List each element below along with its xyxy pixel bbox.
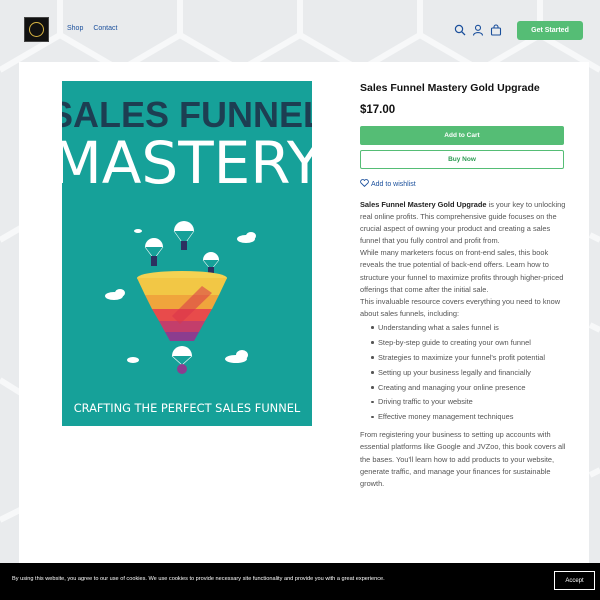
heart-icon — [360, 179, 369, 189]
sales-funnel-illustration — [137, 271, 227, 341]
product-price: $17.00 — [360, 104, 396, 116]
product-info: Sales Funnel Mastery Gold Upgrade $17.00… — [360, 82, 566, 490]
product-cover-image[interactable]: SALES FUNNEL MASTERY CRAFTING THE PERFEC… — [62, 81, 312, 426]
description-paragraph-4: From registering your business to settin… — [360, 430, 566, 488]
product-description: Sales Funnel Mastery Gold Upgrade is you… — [360, 199, 566, 490]
store-logo[interactable] — [24, 17, 49, 42]
accept-cookies-button[interactable]: Accept — [554, 571, 595, 590]
cart-icon[interactable] — [490, 23, 502, 36]
main-nav: Shop Contact — [67, 25, 125, 32]
description-paragraph-3: This invaluable resource covers everythi… — [360, 296, 561, 318]
add-to-cart-button[interactable]: Add to Cart — [360, 126, 564, 145]
site-header: Shop Contact Get Started — [0, 0, 600, 62]
description-paragraph-1: Sales Funnel Mastery Gold Upgrade is you… — [360, 199, 566, 247]
description-product-name: Sales Funnel Mastery Gold Upgrade — [360, 200, 487, 209]
cover-title-line2: MASTERY — [62, 129, 312, 197]
logo-emblem — [29, 22, 44, 37]
product-title: Sales Funnel Mastery Gold Upgrade — [360, 82, 540, 94]
header-icons — [454, 23, 502, 36]
list-item: Effective money management techniques — [371, 411, 566, 423]
user-icon[interactable] — [472, 23, 484, 36]
nav-contact[interactable]: Contact — [93, 25, 117, 32]
list-item: Setting up your business legally and fin… — [371, 367, 566, 379]
wishlist-label: Add to wishlist — [371, 180, 416, 188]
description-paragraph-2: While many marketers focus on front-end … — [360, 248, 564, 294]
list-item: Strategies to maximize your funnel's pro… — [371, 352, 566, 364]
list-item: Step-by-step guide to creating your own … — [371, 337, 566, 349]
cookie-banner: By using this website, you agree to our … — [0, 563, 600, 600]
get-started-button[interactable]: Get Started — [517, 21, 583, 40]
buy-now-button[interactable]: Buy Now — [360, 150, 564, 169]
list-item: Creating and managing your online presen… — [371, 382, 566, 394]
list-item: Understanding what a sales funnel is — [371, 322, 566, 334]
list-item: Driving traffic to your website — [371, 396, 566, 408]
cookie-text: By using this website, you agree to our … — [12, 576, 385, 582]
nav-shop[interactable]: Shop — [67, 25, 83, 32]
feature-list: Understanding what a sales funnel is Ste… — [371, 322, 566, 423]
cover-tagline: CRAFTING THE PERFECT SALES FUNNEL — [74, 401, 301, 415]
add-to-wishlist-link[interactable]: Add to wishlist — [360, 179, 566, 189]
search-icon[interactable] — [454, 23, 466, 36]
